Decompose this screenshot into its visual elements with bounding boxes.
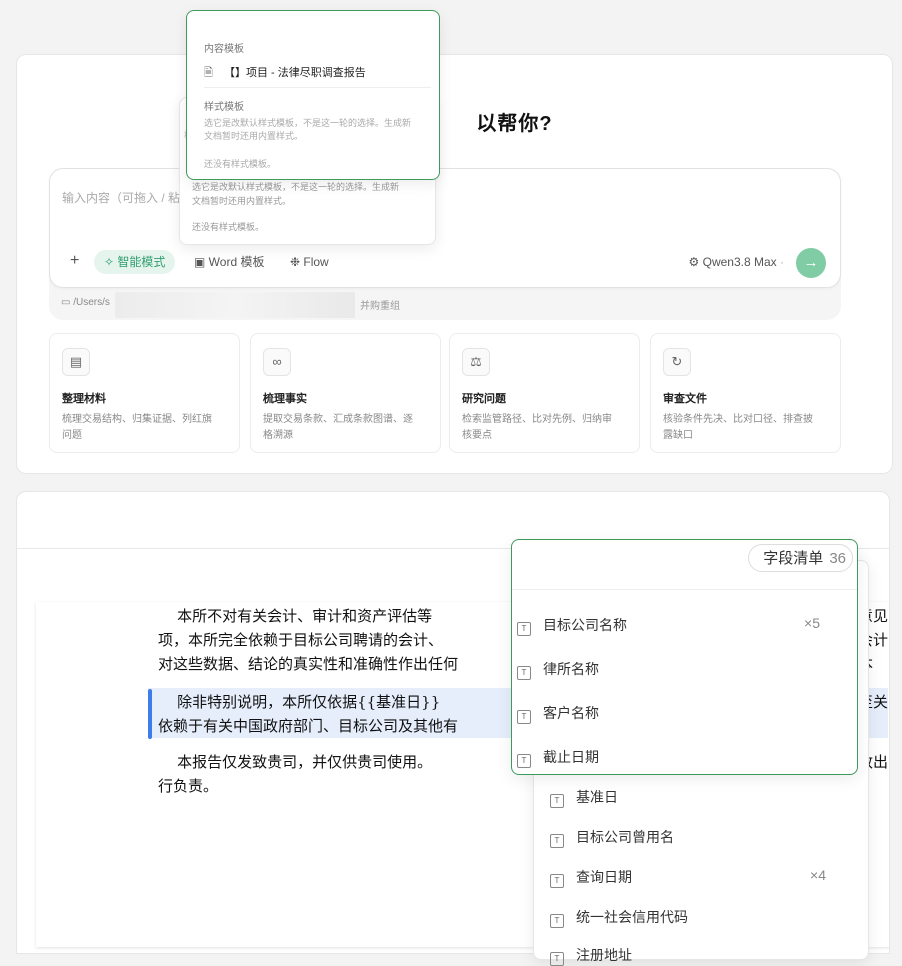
card-title: 审查文件 xyxy=(663,393,707,405)
field-list-dropdown: 字段清单 36 T 目标公司名称 ×5 T 律所名称 T 客户名称 T 截止日期 xyxy=(511,539,858,775)
card-desc: 梳理交易结构、归集证据、列红旗 问题 xyxy=(62,414,212,441)
template-dropdown: 内容模板 🗎 【】项目 - 法律尽职调查报告 样式模板 选它是改默认样式模板，不是… xyxy=(186,10,440,180)
card-review-documents[interactable]: ↻ 审查文件 核验条件先决、比对口径、排查披 露缺口 xyxy=(650,333,841,453)
card-title: 研究问题 xyxy=(462,393,506,405)
send-button[interactable]: → xyxy=(796,248,826,278)
page-title: 以帮你? xyxy=(476,113,553,135)
word-template-button[interactable]: ▣ Word 模板 xyxy=(184,250,274,274)
review-icon: ↻ xyxy=(663,348,691,376)
field-item[interactable]: T 注册地址 xyxy=(550,945,632,966)
field-item[interactable]: T 统一社会信用代码 xyxy=(550,907,688,928)
field-list-toggle[interactable]: 字段清单 36 xyxy=(748,544,853,572)
model-selector[interactable]: ⚙ Qwen3.8 Max · xyxy=(689,255,784,269)
field-count: ×4 xyxy=(810,867,826,883)
template-icon: ▣ xyxy=(194,255,209,269)
chevron-down-icon: · xyxy=(776,255,784,269)
content-template-item[interactable]: 🗎 【】项目 - 法律尽职调查报告 xyxy=(204,64,366,83)
text-field-icon: T xyxy=(550,874,564,888)
redacted-path xyxy=(115,292,355,318)
field-item[interactable]: T 客户名称 xyxy=(517,703,599,724)
card-desc: 检索监管路径、比对先例、归纳审 核要点 xyxy=(462,414,612,441)
glasses-icon: ∞ xyxy=(263,348,291,376)
content-template-heading: 内容模板 xyxy=(204,44,244,55)
workspace-path-tail: 并购重组 xyxy=(360,301,400,312)
selection-bar xyxy=(148,689,152,739)
field-item[interactable]: T 目标公司曾用名 xyxy=(550,827,674,848)
text-field-icon: T xyxy=(517,754,531,768)
folder-icon: ▭ xyxy=(61,297,74,308)
field-item[interactable]: T 律所名称 xyxy=(517,659,599,680)
style-template-note: 选它是改默认样式模板，不是这一轮的选择。生成新 文档暂时还用内置样式。 xyxy=(204,118,412,141)
field-item[interactable]: T 查询日期 xyxy=(550,867,632,888)
card-desc: 提取交易条款、汇成条款图谱、逐 格溯源 xyxy=(263,414,413,441)
card-desc: 核验条件先决、比对口径、排查披 露缺口 xyxy=(663,414,813,441)
divider xyxy=(204,87,431,88)
field-list-header: 字段清单 36 xyxy=(512,540,857,590)
text-field-icon: T xyxy=(550,952,564,966)
card-research-issues[interactable]: ⚖ 研究问题 检索监管路径、比对先例、归纳审 核要点 xyxy=(449,333,640,453)
sparkle-icon: ✧ xyxy=(104,255,118,269)
field-count: ×5 xyxy=(804,615,820,631)
composer-container: 输入内容（可拖入 / 粘 + ✧ 智能模式 ▣ Word 模板 ❉ Flow ⚙… xyxy=(49,168,841,320)
flow-button[interactable]: ❉ Flow xyxy=(280,250,339,274)
text-field-icon: T xyxy=(550,834,564,848)
field-item[interactable]: T 目标公司名称 xyxy=(517,615,627,636)
flow-icon: ❉ xyxy=(290,255,304,269)
card-title: 整理材料 xyxy=(62,393,106,405)
composer-input[interactable]: 输入内容（可拖入 / 粘 xyxy=(62,189,180,206)
card-title: 梳理事实 xyxy=(263,393,307,405)
text-field-icon: T xyxy=(517,710,531,724)
field-item[interactable]: T 基准日 xyxy=(550,787,618,808)
text-field-icon: T xyxy=(517,666,531,680)
card-organize-materials[interactable]: ▤ 整理材料 梳理交易结构、归集证据、列红旗 问题 xyxy=(49,333,240,453)
text-field-icon: T xyxy=(517,622,531,636)
model-icon: ⚙ xyxy=(688,255,703,269)
style-template-empty: 还没有样式模板。 xyxy=(204,159,277,169)
workspace-path[interactable]: ▭ /Users/s xyxy=(61,297,110,308)
gavel-icon: ⚖ xyxy=(462,348,490,376)
quick-start-cards: ▤ 整理材料 梳理交易结构、归集证据、列红旗 问题 ∞ 梳理事实 提取交易条款、汇… xyxy=(49,333,841,453)
home-panel: 以帮你? 输入内容（可拖入 / 粘 + ✧ 智能模式 ▣ Word 模板 ❉ F… xyxy=(16,54,893,474)
smart-mode-button[interactable]: ✧ 智能模式 xyxy=(94,250,176,274)
add-attachment-button[interactable]: + xyxy=(70,252,79,270)
field-item[interactable]: T 截止日期 xyxy=(517,747,599,768)
composer[interactable]: 输入内容（可拖入 / 粘 + ✧ 智能模式 ▣ Word 模板 ❉ Flow ⚙… xyxy=(49,168,841,288)
card-sort-facts[interactable]: ∞ 梳理事实 提取交易条款、汇成条款图谱、逐 格溯源 xyxy=(250,333,441,453)
style-template-heading: 样式模板 xyxy=(204,102,244,113)
file-icon: 🗎 xyxy=(204,67,213,79)
text-field-icon: T xyxy=(550,914,564,928)
document-icon: ▤ xyxy=(62,348,90,376)
text-field-icon: T xyxy=(550,794,564,808)
